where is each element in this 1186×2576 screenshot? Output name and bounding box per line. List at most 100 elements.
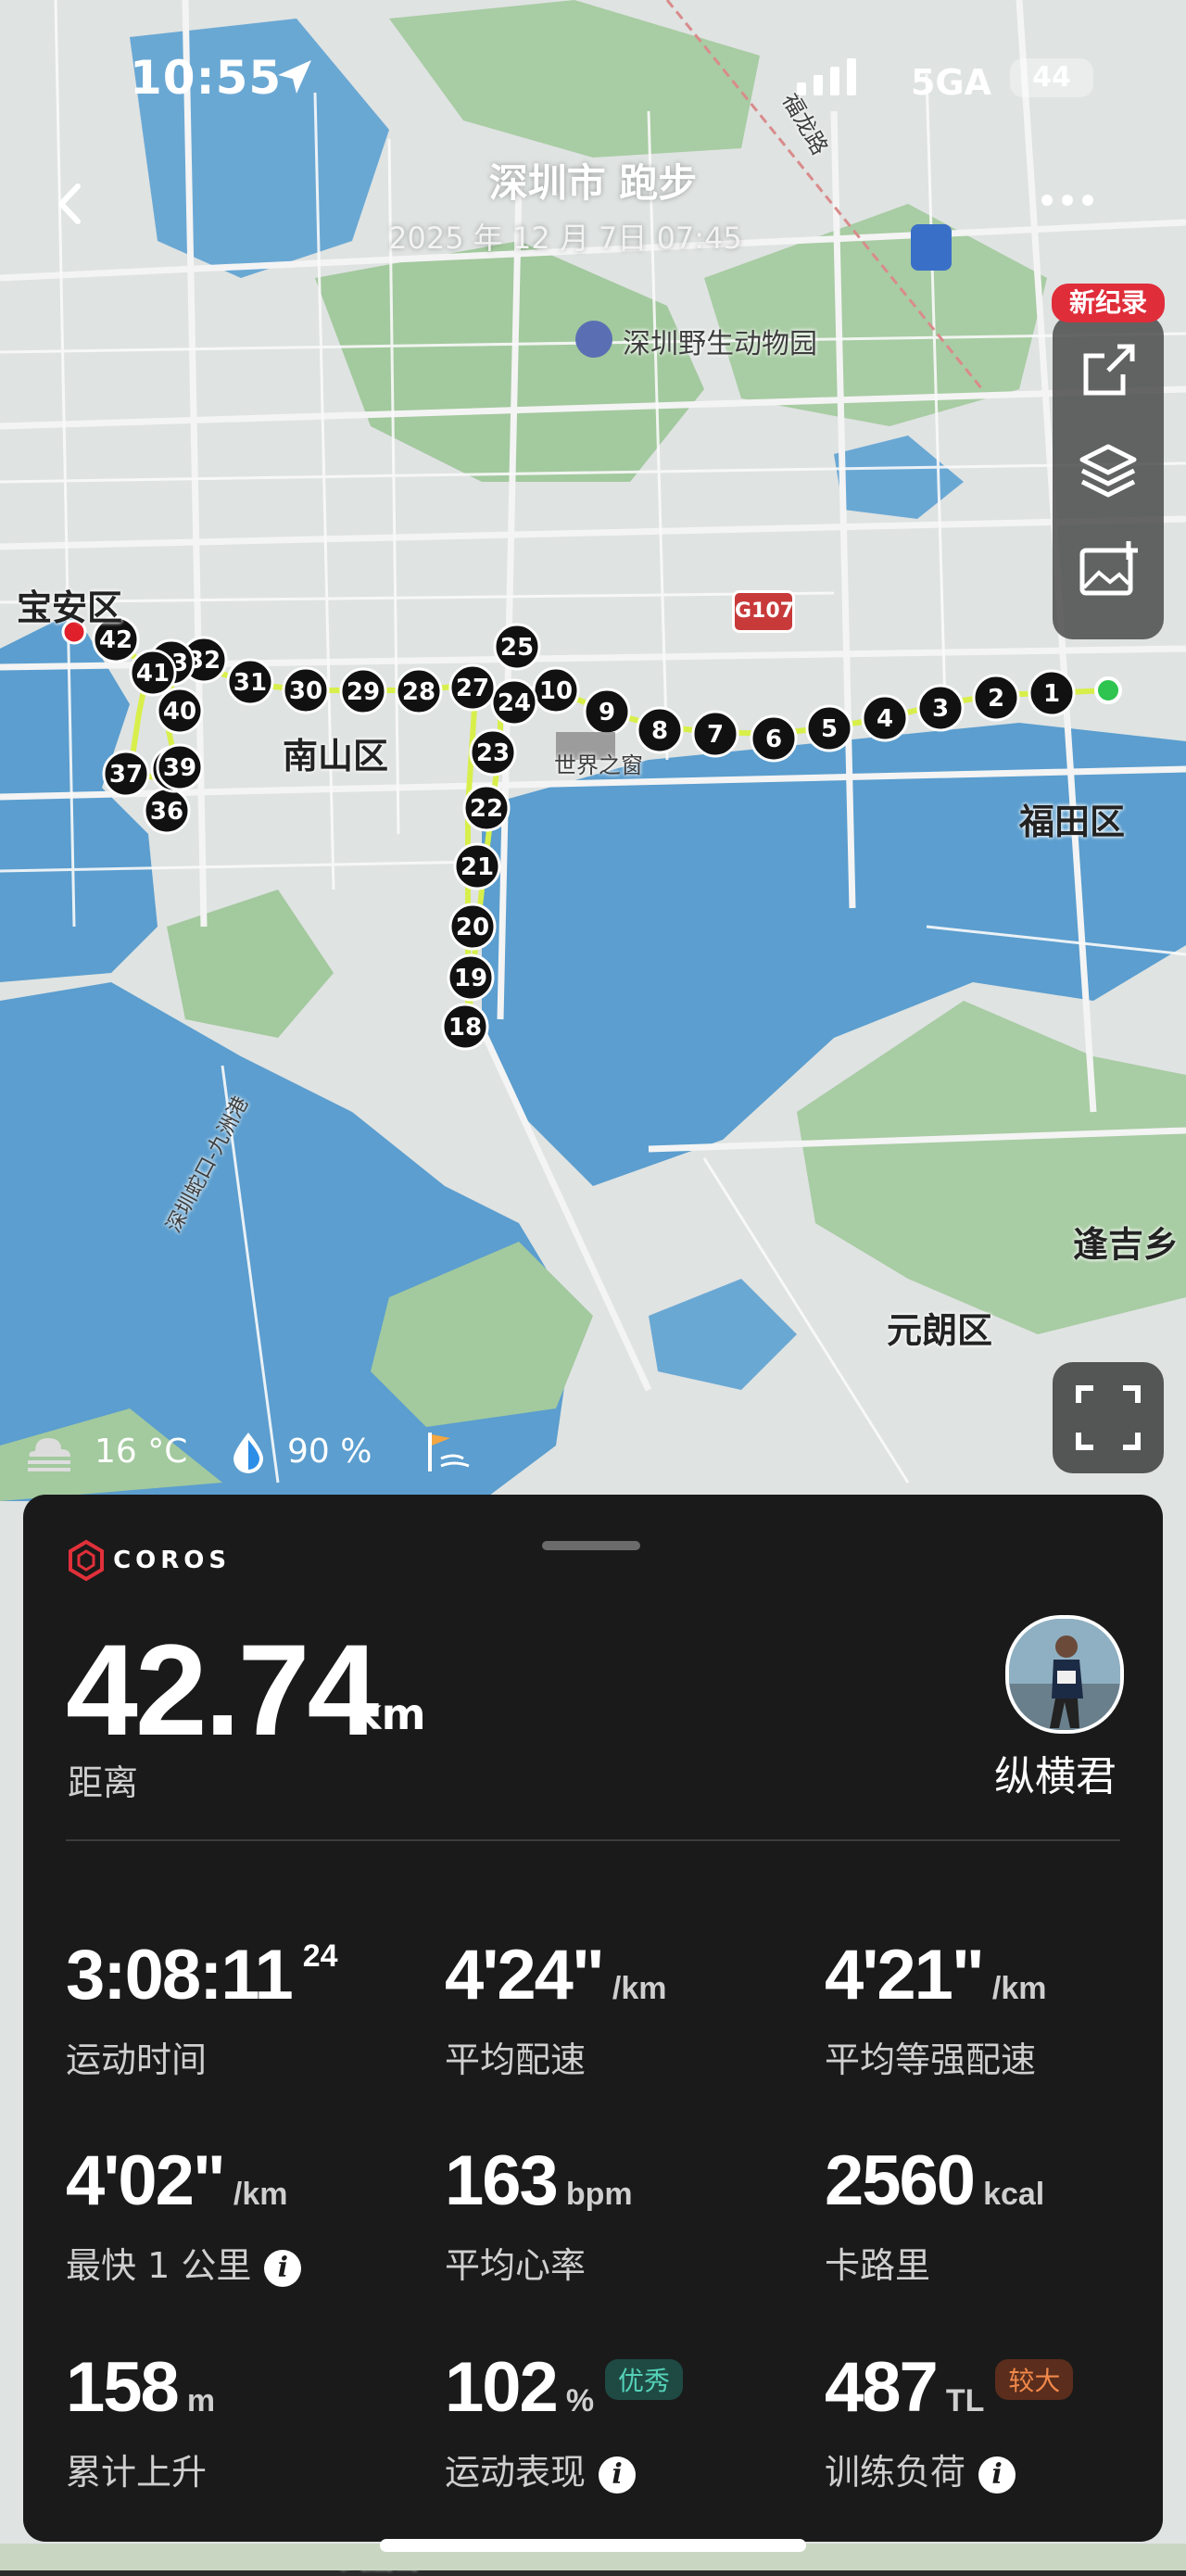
km-marker-label: 9 bbox=[599, 699, 615, 726]
fullscreen-button[interactable] bbox=[1053, 1362, 1164, 1473]
info-icon[interactable]: i bbox=[599, 2456, 637, 2494]
km-marker-label: 18 bbox=[448, 1014, 482, 1042]
route-start-marker bbox=[1094, 676, 1122, 704]
stat-value: 4'24"/km bbox=[445, 1936, 667, 2014]
temperature: 16 °C bbox=[95, 1433, 188, 1471]
km-marker-label: 3 bbox=[932, 695, 949, 723]
home-indicator[interactable] bbox=[380, 2539, 806, 2552]
km-marker[interactable]: 28 bbox=[395, 667, 443, 715]
add-photo-icon[interactable] bbox=[1071, 536, 1145, 610]
km-marker[interactable]: 2 bbox=[972, 674, 1020, 722]
km-marker[interactable]: 41 bbox=[129, 649, 177, 697]
km-marker[interactable]: 5 bbox=[805, 704, 853, 752]
fullscreen-icon bbox=[1076, 1385, 1141, 1450]
km-marker-label: 8 bbox=[651, 717, 668, 745]
km-marker[interactable]: 40 bbox=[156, 687, 204, 735]
map-label-futian: 福田区 bbox=[1019, 802, 1126, 842]
distance-unit: km bbox=[353, 1689, 426, 1739]
fog-weather-icon bbox=[28, 1438, 71, 1471]
distance-value: 42.74 bbox=[66, 1617, 379, 1762]
km-marker[interactable]: 1 bbox=[1028, 669, 1076, 717]
km-marker-label: 37 bbox=[109, 761, 143, 789]
brand-name: COROS bbox=[113, 1547, 232, 1574]
km-marker-label: 42 bbox=[99, 626, 132, 654]
training-load-tag: 较大 bbox=[995, 2358, 1074, 2400]
km-marker-label: 7 bbox=[707, 721, 724, 749]
network-type: 5GA bbox=[910, 62, 991, 103]
map-label-window-of-world: 世界之窗 bbox=[554, 752, 643, 778]
battery-indicator: 44 bbox=[1010, 58, 1093, 97]
km-marker-label: 19 bbox=[454, 965, 487, 992]
map-layers-icon[interactable] bbox=[1071, 434, 1145, 508]
stat-value: 4'21"/km bbox=[825, 1936, 1047, 2014]
km-marker[interactable]: 27 bbox=[448, 663, 497, 712]
km-marker-label: 30 bbox=[289, 677, 322, 705]
stat-value: 487 TL较大 bbox=[825, 2347, 1074, 2428]
km-marker[interactable]: 30 bbox=[282, 666, 330, 714]
info-icon[interactable]: i bbox=[978, 2456, 1016, 2494]
km-marker-label: 27 bbox=[456, 675, 489, 702]
km-marker-label: 36 bbox=[150, 798, 183, 826]
stat-label: 平均等强配速 bbox=[825, 2039, 1037, 2080]
clock: 10:55 bbox=[130, 51, 283, 105]
km-marker-label: 25 bbox=[500, 634, 534, 662]
map-label-yuenlong: 元朗区 bbox=[887, 1310, 993, 1351]
distance-label: 距离 bbox=[68, 1762, 139, 1803]
km-marker[interactable]: 37 bbox=[102, 750, 150, 798]
stat-label: 训练负荷 i bbox=[825, 2443, 1016, 2494]
stat-value: 2560 kcal bbox=[825, 2141, 1045, 2220]
km-marker[interactable]: 3 bbox=[916, 684, 965, 732]
map-label-fengjixiang: 逢吉乡 bbox=[1073, 1224, 1180, 1265]
km-marker-label: 31 bbox=[233, 669, 267, 697]
km-marker-label: 24 bbox=[498, 689, 531, 717]
km-marker[interactable]: 7 bbox=[691, 710, 739, 758]
km-marker[interactable]: 10 bbox=[532, 666, 580, 714]
info-icon[interactable]: i bbox=[264, 2249, 302, 2287]
km-marker-label: 4 bbox=[877, 705, 893, 733]
runner-photo bbox=[1009, 1619, 1120, 1730]
activity-summary-panel: COROS 42.74 km 距离 纵横君 3:08:11 24 运动时间 4'2… bbox=[23, 1495, 1163, 2542]
km-marker[interactable]: 29 bbox=[339, 667, 387, 715]
km-marker-label: 2 bbox=[988, 685, 1004, 713]
road-badge-g107: G107 bbox=[732, 590, 795, 633]
km-marker[interactable]: 22 bbox=[462, 784, 511, 832]
km-marker[interactable]: 6 bbox=[750, 714, 798, 763]
km-marker[interactable]: 23 bbox=[469, 728, 517, 777]
divider bbox=[66, 1839, 1120, 1841]
map-label-baoan: 宝安区 bbox=[17, 587, 123, 628]
km-marker[interactable]: 31 bbox=[226, 658, 274, 706]
km-marker-label: 28 bbox=[402, 678, 435, 706]
humidity: 90 % bbox=[287, 1433, 372, 1471]
new-record-badge: 新纪录 bbox=[1052, 284, 1165, 322]
km-marker-label: 23 bbox=[476, 739, 510, 767]
avatar[interactable] bbox=[1005, 1615, 1124, 1734]
stat-label: 平均配速 bbox=[445, 2039, 587, 2080]
km-marker[interactable]: 4 bbox=[861, 694, 909, 742]
wind-flag-icon bbox=[428, 1433, 470, 1471]
km-marker[interactable]: 20 bbox=[448, 903, 497, 951]
km-marker-label: 10 bbox=[539, 677, 573, 705]
km-marker[interactable]: 18 bbox=[441, 1003, 489, 1051]
km-marker[interactable]: 8 bbox=[636, 706, 684, 754]
km-marker[interactable]: 21 bbox=[453, 842, 501, 890]
km-marker[interactable]: 19 bbox=[447, 953, 495, 1002]
km-marker[interactable]: 25 bbox=[493, 623, 541, 671]
km-marker[interactable]: 39 bbox=[156, 743, 204, 791]
km-marker-label: 6 bbox=[765, 726, 782, 753]
map-label-nanshan: 南山区 bbox=[283, 736, 389, 777]
drag-handle[interactable] bbox=[542, 1541, 640, 1550]
km-marker[interactable]: 24 bbox=[490, 678, 538, 726]
performance-rating-tag: 优秀 bbox=[605, 2358, 684, 2400]
stat-label: 卡路里 bbox=[825, 2245, 931, 2286]
share-icon[interactable] bbox=[1071, 334, 1145, 408]
stat-value: 158 m bbox=[66, 2348, 216, 2427]
km-marker[interactable]: 9 bbox=[583, 688, 631, 736]
stat-label: 运动时间 bbox=[66, 2039, 208, 2080]
more-options-icon[interactable] bbox=[1040, 191, 1095, 209]
coros-logo-icon bbox=[69, 1539, 104, 1582]
stat-label: 最快 1 公里 i bbox=[66, 2237, 302, 2288]
km-marker-label: 1 bbox=[1043, 680, 1060, 708]
km-marker[interactable]: 36 bbox=[143, 787, 191, 835]
username[interactable]: 纵横君 bbox=[994, 1743, 1117, 1802]
stat-value: 163 bpm bbox=[445, 2141, 633, 2220]
